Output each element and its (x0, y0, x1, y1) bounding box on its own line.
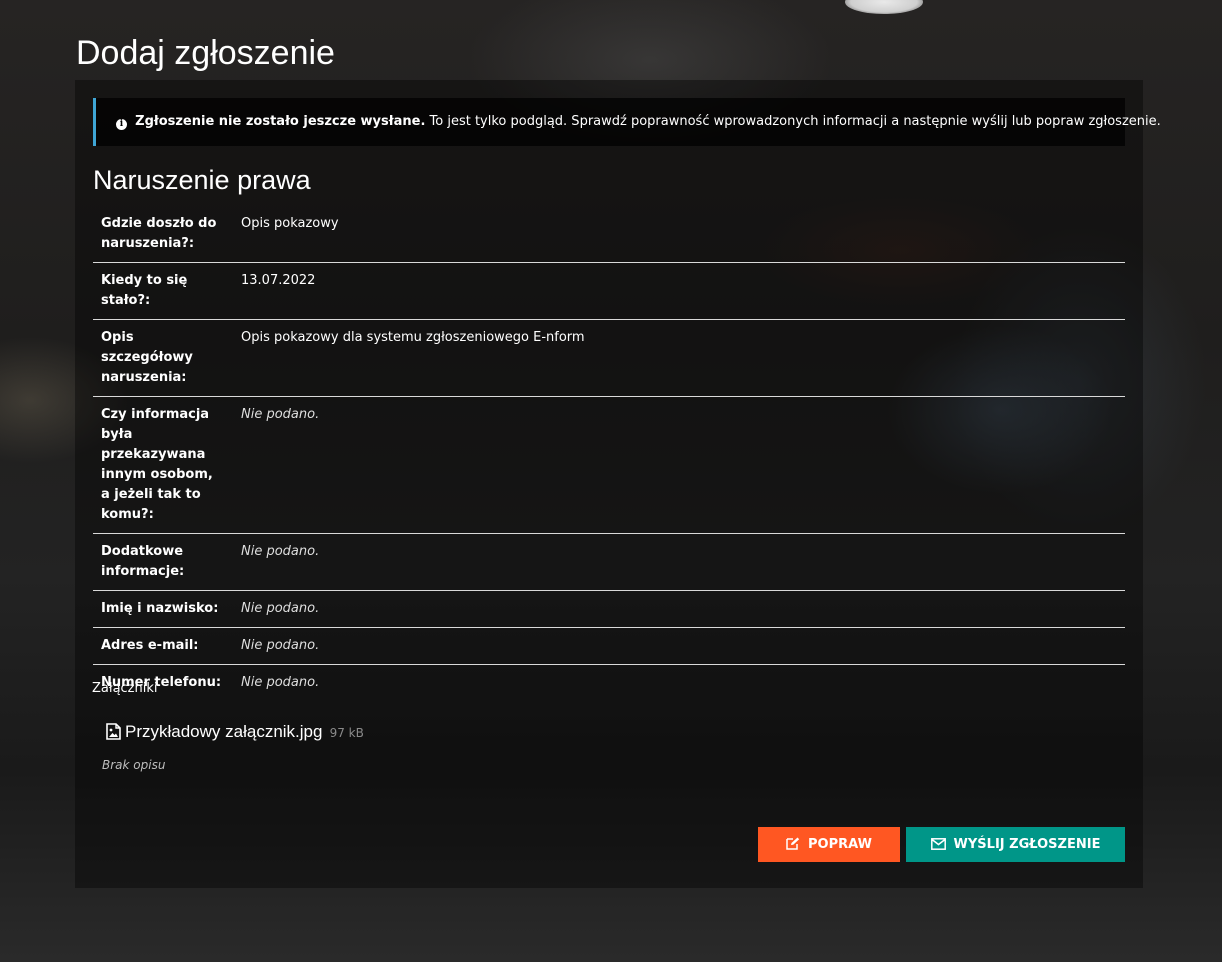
field-label: Czy informacja była przekazywana innym o… (93, 396, 233, 534)
field-row-additional-info: Dodatkowe informacje: Nie podano. (93, 533, 1125, 591)
field-value: 13.07.2022 (233, 262, 1125, 320)
image-file-icon (106, 723, 121, 744)
field-label: Dodatkowe informacje: (93, 533, 233, 591)
field-value: Nie podano. (241, 675, 320, 690)
edit-icon (786, 837, 800, 850)
field-row-phone: Numer telefonu: Nie podano. (93, 665, 1125, 702)
field-value: Nie podano. (233, 533, 1125, 591)
envelope-icon (930, 838, 946, 850)
attachment-size: 97 kB (329, 726, 364, 740)
background-lamp (845, 0, 923, 14)
attachment-item[interactable]: Przykładowy załącznik.jpg 97 kB (106, 722, 364, 744)
field-row-name: Imię i nazwisko: Nie podano. (93, 590, 1125, 628)
field-label: Opis szczegółowy naruszenia: (93, 319, 233, 397)
fix-button-label: POPRAW (808, 837, 872, 852)
field-label: Adres e-mail: (93, 627, 233, 665)
field-row-location: Gdzie doszło do naruszenia?: Opis pokazo… (93, 206, 1125, 263)
field-row-shared: Czy informacja była przekazywana innym o… (93, 396, 1125, 534)
field-label: Kiedy to się stało?: (93, 262, 233, 320)
field-value: Opis pokazowy dla systemu zgłoszeniowego… (233, 319, 1125, 397)
attachment-description: Brak opisu (102, 758, 166, 772)
alert-text: To jest tylko podgląd. Sprawdź poprawnoś… (425, 114, 1161, 129)
attachments-heading: Załączniki (92, 681, 158, 696)
field-row-date: Kiedy to się stało?: 13.07.2022 (93, 262, 1125, 320)
attachment-name[interactable]: Przykładowy załącznik.jpg (125, 722, 322, 741)
field-label: Imię i nazwisko: (93, 590, 233, 628)
send-report-button[interactable]: WYŚLIJ ZGŁOSZENIE (906, 827, 1125, 862)
fix-button[interactable]: POPRAW (758, 827, 900, 862)
field-value: Nie podano. (233, 627, 1125, 665)
field-row-description: Opis szczegółowy naruszenia: Opis pokazo… (93, 319, 1125, 397)
send-report-button-label: WYŚLIJ ZGŁOSZENIE (953, 837, 1101, 852)
preview-alert: i Zgłoszenie nie zostało jeszcze wysłane… (93, 98, 1161, 146)
field-label: Gdzie doszło do naruszenia?: (93, 206, 233, 263)
field-row-email: Adres e-mail: Nie podano. (93, 627, 1125, 665)
field-value: Nie podano. (233, 590, 1125, 628)
info-circle-icon: i (116, 119, 127, 130)
field-value: Opis pokazowy (233, 206, 1125, 263)
alert-strong-text: Zgłoszenie nie zostało jeszcze wysłane. (135, 114, 426, 129)
field-value: Nie podano. (233, 396, 1125, 534)
page-title: Dodaj zgłoszenie (76, 34, 335, 72)
details-table: Gdzie doszło do naruszenia?: Opis pokazo… (93, 206, 1125, 701)
form-preview-panel: i Zgłoszenie nie zostało jeszcze wysłane… (75, 80, 1161, 888)
section-title: Naruszenie prawa (93, 165, 311, 195)
